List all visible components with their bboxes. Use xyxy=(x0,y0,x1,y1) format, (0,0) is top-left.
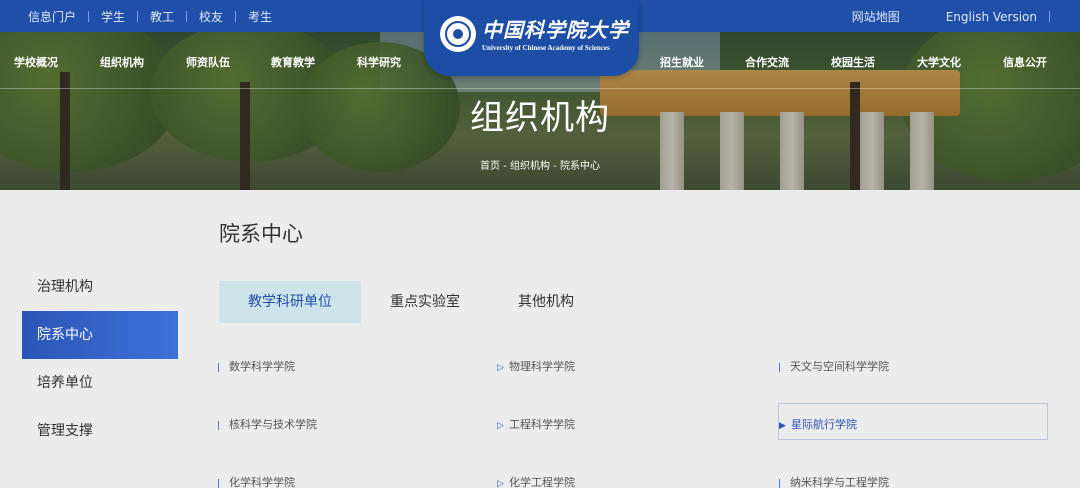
nav-item-organization[interactable]: 组织机构 xyxy=(100,54,144,70)
nav-item-about[interactable]: 学校概况 xyxy=(14,54,58,70)
divider xyxy=(137,11,139,22)
hero-title: 组织机构 xyxy=(470,98,610,138)
divider xyxy=(1049,11,1050,22)
divider xyxy=(88,11,90,22)
list-item[interactable]: | 核科学与技术学院 xyxy=(217,416,317,432)
list-item[interactable]: ▷ 化学工程学院 xyxy=(497,474,575,488)
list-item[interactable]: ▷ 工程科学学院 xyxy=(497,416,575,432)
triangle-marker-icon: ▷ xyxy=(497,363,504,373)
english-version-link[interactable]: English Version xyxy=(946,10,1037,24)
nav-divider xyxy=(0,88,1080,89)
tab-key-labs[interactable]: 重点实验室 xyxy=(375,281,475,323)
nav-item-admissions[interactable]: 招生就业 xyxy=(660,54,704,70)
top-link-applicants[interactable]: 考生 xyxy=(248,8,272,25)
top-right-links: 网站地图 English Version xyxy=(852,8,1050,25)
triangle-marker-icon: ▷ xyxy=(497,421,504,431)
sidebar-item-departments[interactable]: 院系中心 xyxy=(22,311,178,359)
top-link-portal[interactable]: 信息门户 xyxy=(28,8,76,25)
sidebar-item-management[interactable]: 管理支撑 xyxy=(22,407,178,455)
bar-marker-icon: | xyxy=(217,479,221,488)
tab-other-institutions[interactable]: 其他机构 xyxy=(502,281,590,323)
triangle-marker-icon: ▶ xyxy=(779,421,786,431)
bar-marker-icon: | xyxy=(217,421,221,431)
nav-item-education[interactable]: 教育教学 xyxy=(271,54,315,70)
list-item[interactable]: | 纳米科学与工程学院 xyxy=(778,474,889,488)
list-item[interactable]: | 天文与空间科学学院 xyxy=(778,358,889,374)
nav-item-campus-life[interactable]: 校园生活 xyxy=(831,54,875,70)
top-link-alumni[interactable]: 校友 xyxy=(199,8,223,25)
divider xyxy=(235,11,237,22)
list-item[interactable]: | 数学科学学院 xyxy=(217,358,295,374)
logo-name-cn: 中国科学院大学 xyxy=(482,18,629,42)
sidebar-item-training-units[interactable]: 培养单位 xyxy=(22,359,178,407)
university-logo[interactable]: 中国科学院大学 University of Chinese Academy of… xyxy=(424,0,639,76)
list-item[interactable]: ▷ 物理科学学院 xyxy=(497,358,575,374)
triangle-marker-icon: ▷ xyxy=(497,479,504,488)
nav-item-faculty[interactable]: 师资队伍 xyxy=(186,54,230,70)
bar-marker-icon: | xyxy=(217,363,221,373)
emblem-icon xyxy=(440,16,476,52)
nav-item-disclosure[interactable]: 信息公开 xyxy=(1003,54,1047,70)
list-item[interactable]: | 化学科学学院 xyxy=(217,474,295,488)
nav-item-culture[interactable]: 大学文化 xyxy=(917,54,961,70)
list-item-highlighted[interactable]: ▶ 星际航行学院 xyxy=(778,403,1048,440)
breadcrumb: 首页 - 组织机构 - 院系中心 xyxy=(480,161,600,172)
nav-item-research[interactable]: 科学研究 xyxy=(357,54,401,70)
nav-item-cooperation[interactable]: 合作交流 xyxy=(745,54,789,70)
divider xyxy=(186,11,188,22)
top-link-staff[interactable]: 教工 xyxy=(150,8,174,25)
bar-marker-icon: | xyxy=(778,363,782,373)
page-title: 院系中心 xyxy=(219,222,303,246)
sitemap-link[interactable]: 网站地图 xyxy=(852,8,900,25)
logo-name-en: University of Chinese Academy of Science… xyxy=(482,44,610,52)
tab-teaching-research[interactable]: 教学科研单位 xyxy=(219,281,361,323)
bar-marker-icon: | xyxy=(778,479,782,488)
top-link-students[interactable]: 学生 xyxy=(101,8,125,25)
top-links: 信息门户 学生 教工 校友 考生 xyxy=(28,8,272,25)
sidebar-item-governance[interactable]: 治理机构 xyxy=(22,263,178,311)
